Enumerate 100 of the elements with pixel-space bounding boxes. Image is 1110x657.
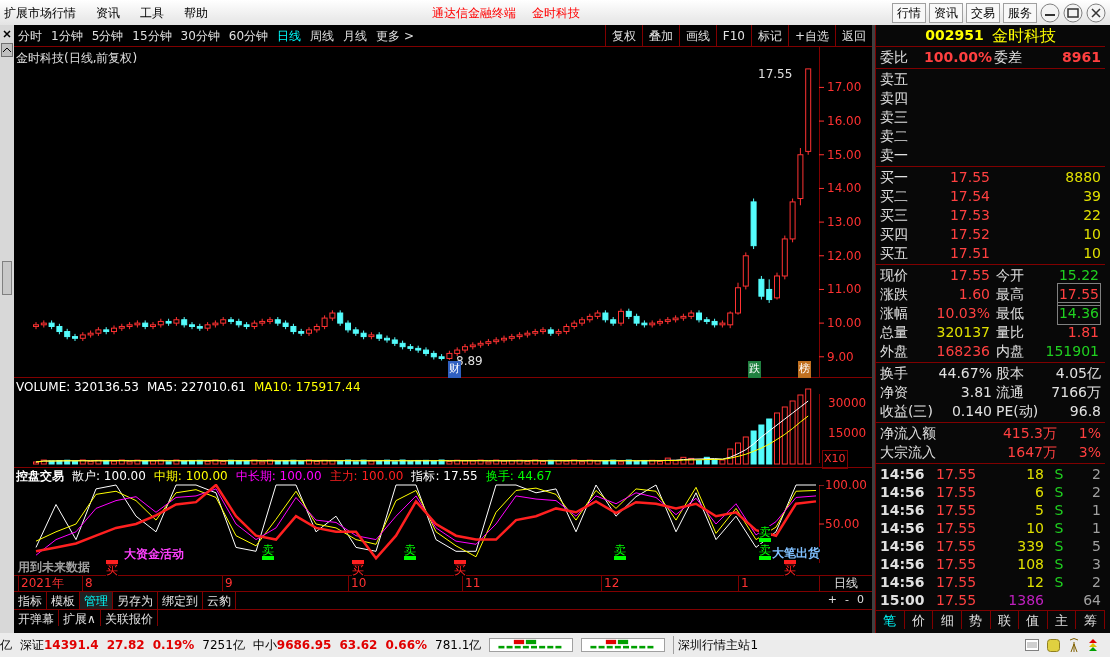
menu-button[interactable]: 交易 <box>966 2 1000 23</box>
zoom-button[interactable]: - <box>845 592 849 609</box>
scrollbar-thumb[interactable] <box>2 261 12 295</box>
quote-tab[interactable]: 笔 <box>876 611 905 629</box>
date-axis-label: 9 <box>222 576 233 591</box>
order-volume: 39 <box>1083 187 1101 206</box>
date-axis-label: 10 <box>348 576 367 591</box>
event-marker[interactable]: 跌 <box>748 361 761 378</box>
menu-button[interactable]: 服务 <box>1003 2 1037 23</box>
zoom-button[interactable]: 0 <box>857 592 864 609</box>
period-tab[interactable]: 月线 <box>343 26 368 45</box>
stat-label: 股本 <box>996 364 1024 383</box>
menu-button[interactable]: 资讯 <box>929 2 963 23</box>
order-label: 卖二 <box>880 127 909 146</box>
toolbar-button[interactable]: 标记 <box>750 25 788 46</box>
quote-tab[interactable]: 价 <box>904 611 934 629</box>
period-tab[interactable]: 1分钟 <box>51 26 83 45</box>
order-volume: 22 <box>1083 206 1101 225</box>
bottom-tab[interactable]: 关联报价 <box>100 610 158 626</box>
quote-tab[interactable]: 势 <box>961 611 991 629</box>
price-axis-label: 17.00 <box>827 80 862 95</box>
stat-value: 0.140 <box>951 402 992 421</box>
period-tab[interactable]: 15分钟 <box>132 26 172 45</box>
tick-volume: 339 <box>1016 536 1044 556</box>
maximize-icon[interactable] <box>1063 2 1083 23</box>
triangles-icon[interactable] <box>1088 639 1098 651</box>
tick-time: 14:56 <box>880 554 926 574</box>
event-marker[interactable]: 榜 <box>798 361 811 378</box>
period-tab[interactable]: 分时 <box>18 26 42 45</box>
indicator-note: 大笔出货 <box>772 547 820 559</box>
menu-item[interactable]: 扩展市场行情 <box>4 3 76 22</box>
buy-signal: 买 <box>784 560 796 576</box>
quote-tab[interactable]: 主 <box>1047 611 1077 629</box>
period-tab[interactable]: 更多 > <box>376 26 414 45</box>
candlestick <box>150 321 156 330</box>
scroll-up-icon[interactable] <box>1 43 13 57</box>
period-tab[interactable]: 5分钟 <box>91 26 124 45</box>
quote-value: 8961 <box>1062 48 1101 67</box>
bottom-tab[interactable]: 管理 <box>80 592 113 609</box>
menu-item[interactable]: 帮助 <box>184 3 208 22</box>
indicator-legend: 散户: 100.00 <box>72 468 146 484</box>
tick-price: 17.55 <box>936 554 978 574</box>
buy-signal: 买 <box>106 560 118 576</box>
event-marker[interactable]: 财 <box>448 361 461 378</box>
stat-value: 168236 <box>935 342 991 361</box>
price-axis-label: 16.00 <box>827 114 862 129</box>
toolbar-button[interactable]: 画线 <box>678 25 716 46</box>
flow-percent: 3% <box>1077 443 1101 462</box>
bottom-tab[interactable]: 开弹幕 <box>14 610 59 626</box>
stat-value: 96.8 <box>1069 402 1101 421</box>
period-tab[interactable]: 周线 <box>310 26 335 45</box>
period-tab[interactable]: 日线 <box>277 26 302 45</box>
buy-signal: 买 <box>352 560 364 576</box>
close-icon[interactable] <box>2 29 12 39</box>
toolbar-button[interactable]: 复权 <box>604 25 642 46</box>
stat-label: 流通 <box>996 383 1024 402</box>
notepad-icon[interactable] <box>1025 639 1039 651</box>
minimize-icon[interactable] <box>1040 2 1060 23</box>
order-label: 卖五 <box>880 70 909 89</box>
axis-tick <box>819 187 824 189</box>
volume-axis-label: 15000 <box>828 425 867 442</box>
volume-axis-label: 30000 <box>828 395 867 412</box>
tick-side: S <box>1053 482 1065 502</box>
tick-count: 1 <box>1092 518 1101 538</box>
tick-count: 2 <box>1092 464 1101 484</box>
close-icon[interactable] <box>1086 2 1106 23</box>
volume-legend: MA5: 227010.61 <box>147 378 246 396</box>
order-price: 17.53 <box>948 206 990 225</box>
tick-price: 17.55 <box>936 518 978 538</box>
price-axis-label: 11.00 <box>827 282 862 297</box>
period-tab[interactable]: 30分钟 <box>180 26 220 45</box>
window-title: 通达信金融终端 <box>432 4 516 22</box>
quote-tab[interactable]: 筹 <box>1076 611 1105 629</box>
quote-tab[interactable]: 联 <box>990 611 1020 629</box>
quote-tab[interactable]: 值 <box>1019 611 1048 629</box>
menu-button[interactable]: 行情 <box>892 2 926 23</box>
sell-signal: 卖 <box>759 544 771 560</box>
menu-item[interactable]: 资讯 <box>96 3 120 22</box>
sell-signal: 卖 <box>404 544 416 560</box>
index-name: 深证 <box>20 637 44 654</box>
bottom-tab[interactable]: 扩展∧ <box>59 610 101 626</box>
tick-count: 3 <box>1092 554 1101 574</box>
quote-tab[interactable]: 细 <box>933 611 962 629</box>
tick-side: S <box>1053 518 1065 538</box>
period-tab[interactable]: 60分钟 <box>228 26 269 45</box>
toolbar-button[interactable]: +自选 <box>787 25 835 46</box>
axis-tick <box>819 322 824 324</box>
order-label: 买五 <box>880 244 909 263</box>
zoom-button[interactable]: + <box>827 592 837 609</box>
toolbar-button[interactable]: 叠加 <box>641 25 679 46</box>
axis-tick <box>819 120 824 122</box>
antenna-icon[interactable] <box>1068 638 1080 652</box>
candlestick <box>33 321 39 330</box>
menu-item[interactable]: 工具 <box>140 3 164 22</box>
toolbar-button[interactable]: F10 <box>715 25 751 46</box>
stat-value: 4.05亿 <box>1055 364 1101 383</box>
order-label: 买二 <box>880 187 909 206</box>
tick-count: 1 <box>1092 500 1101 520</box>
stat-value: 10.03% <box>935 304 991 323</box>
order-volume: 10 <box>1083 244 1101 263</box>
